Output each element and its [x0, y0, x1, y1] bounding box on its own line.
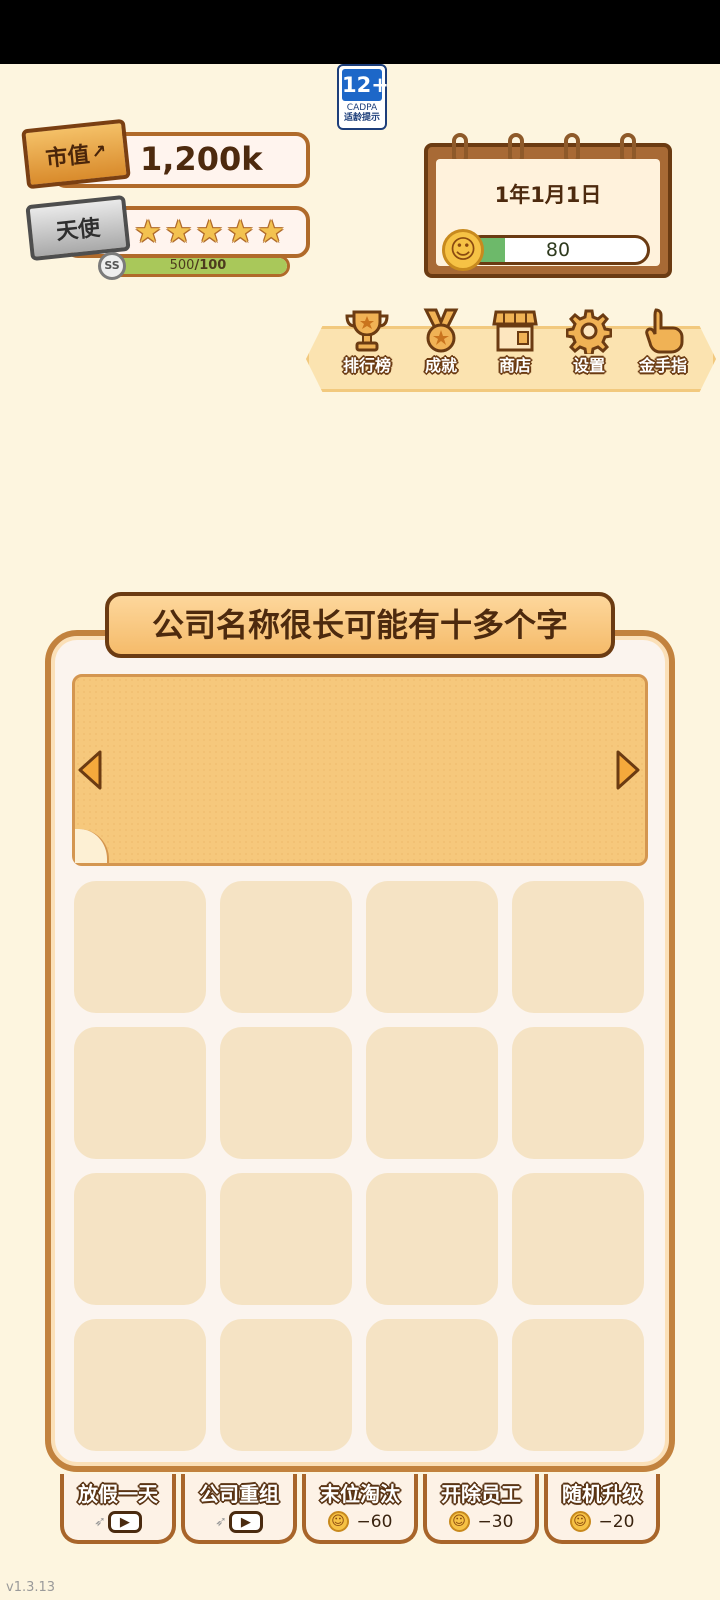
employee-grid	[74, 881, 644, 1451]
action-sub: ➶ ▶	[94, 1511, 142, 1533]
video-ad-icon: ▶	[107, 1511, 142, 1533]
menu-label-settings: 设置	[572, 356, 605, 375]
mood-value: 80	[545, 239, 571, 261]
smiley-face-icon: ☺	[448, 1511, 470, 1532]
rank-stars: ★ ★ ★ ★ ★	[134, 215, 285, 249]
menu-item-achievements[interactable]: 成就	[404, 306, 478, 376]
mood-progress-bar: 80	[466, 235, 650, 265]
menu-item-leaderboard[interactable]: 排行榜	[330, 306, 404, 376]
age-rating-tip: 适龄提示	[343, 113, 380, 123]
rank-tag: 天使	[25, 194, 131, 262]
employee-slot[interactable]	[366, 1027, 498, 1159]
employee-slot[interactable]	[74, 1027, 206, 1159]
menu-label-leaderboard: 排行榜	[342, 356, 391, 375]
xp-progress-text: 500/100	[109, 258, 287, 274]
market-value-label: 市值	[44, 142, 91, 173]
company-banner	[72, 674, 648, 866]
employee-slot[interactable]	[74, 1319, 206, 1451]
status-bar	[0, 0, 720, 64]
restructure-button[interactable]: 公司重组 ➶ ▶	[181, 1474, 297, 1544]
medal-icon	[415, 306, 467, 356]
rank-label: 天使	[55, 215, 102, 246]
menu-label-achievements: 成就	[424, 356, 457, 375]
employee-slot[interactable]	[512, 1173, 644, 1305]
menu-item-cheat[interactable]: 金手指	[626, 306, 700, 376]
action-sub: ☺ −60	[327, 1511, 393, 1532]
employee-slot[interactable]	[366, 1173, 498, 1305]
star-icon: ★	[257, 214, 285, 250]
smiley-face-icon: ☺	[569, 1511, 591, 1532]
star-icon: ★	[134, 214, 162, 250]
employee-slot[interactable]	[220, 1173, 352, 1305]
market-value-tag: 市值 ↗	[21, 118, 131, 190]
feather-icon: ➶	[215, 1514, 227, 1530]
age-rating-badge[interactable]: 12+ CADPA 适龄提示	[337, 64, 389, 130]
company-name[interactable]: 公司名称很长可能有十多个字	[105, 592, 615, 658]
trophy-icon	[341, 306, 393, 356]
gear-icon	[563, 306, 615, 356]
pointing-hand-icon	[637, 306, 689, 356]
smiley-face-icon: ☺	[442, 229, 484, 271]
fire-employee-button[interactable]: 开除员工 ☺ −30	[423, 1474, 539, 1544]
mood-cost: −30	[477, 1511, 514, 1532]
action-sub: ☺ −20	[569, 1511, 635, 1532]
age-rating-number: 12+	[342, 69, 389, 101]
employee-slot[interactable]	[220, 1319, 352, 1451]
version-label: v1.3.13	[6, 1580, 56, 1595]
chevron-right-icon	[616, 750, 640, 790]
feather-icon: ➶	[94, 1514, 106, 1530]
eliminate-last-button[interactable]: 末位淘汰 ☺ −60	[302, 1474, 418, 1544]
employee-slot[interactable]	[220, 881, 352, 1013]
star-icon: ★	[195, 214, 224, 250]
action-sub: ☺ −30	[448, 1511, 514, 1532]
page-curl	[75, 829, 109, 863]
employee-slot[interactable]	[74, 881, 206, 1013]
action-label: 放假一天	[78, 1482, 158, 1506]
calendar-panel: 1年1月1日 80 ☺	[424, 133, 672, 278]
menu-label-shop: 商店	[498, 356, 531, 375]
employee-slot[interactable]	[512, 1319, 644, 1451]
random-upgrade-button[interactable]: 随机升级 ☺ −20	[544, 1474, 660, 1544]
employee-slot[interactable]	[74, 1173, 206, 1305]
mood-cost: −20	[598, 1511, 635, 1532]
employee-slot[interactable]	[366, 1319, 498, 1451]
growth-chart-icon: ↗	[90, 140, 108, 163]
star-icon: ★	[164, 214, 193, 250]
age-rating-org: CADPA	[346, 103, 378, 113]
star-icon: ★	[226, 214, 255, 250]
market-value: 1,200k	[140, 140, 263, 178]
xp-current: 500	[169, 258, 195, 273]
calendar-page: 1年1月1日 80 ☺	[436, 159, 660, 271]
action-label: 公司重组	[199, 1482, 279, 1506]
main-menu: 排行榜 成就 商店 设置 金手指	[330, 306, 700, 376]
xp-total: /100	[194, 258, 227, 273]
shop-icon	[489, 306, 541, 356]
mood-cost: −60	[356, 1511, 393, 1532]
employee-slot[interactable]	[366, 881, 498, 1013]
calendar-date: 1年1月1日	[494, 183, 602, 207]
action-label: 末位淘汰	[320, 1482, 400, 1506]
action-label: 开除员工	[441, 1482, 521, 1506]
action-bar: 放假一天 ➶ ▶ 公司重组 ➶ ▶ 末位淘汰 ☺ −60 开除员工 ☺ −30 …	[60, 1474, 660, 1544]
employee-slot[interactable]	[220, 1027, 352, 1159]
grade-badge: SS	[98, 252, 126, 280]
video-ad-icon: ▶	[228, 1511, 263, 1533]
menu-label-cheat: 金手指	[638, 356, 687, 375]
chevron-left-icon	[78, 750, 102, 790]
action-sub: ➶ ▶	[215, 1511, 263, 1533]
employee-slot[interactable]	[512, 881, 644, 1013]
prev-arrow-button[interactable]	[76, 750, 104, 790]
holiday-button[interactable]: 放假一天 ➶ ▶	[60, 1474, 176, 1544]
menu-item-shop[interactable]: 商店	[478, 306, 552, 376]
action-label: 随机升级	[562, 1482, 642, 1506]
menu-item-settings[interactable]: 设置	[552, 306, 626, 376]
employee-slot[interactable]	[512, 1027, 644, 1159]
smiley-face-icon: ☺	[327, 1511, 349, 1532]
xp-progress-bar: 500/100	[106, 255, 290, 277]
next-arrow-button[interactable]	[614, 750, 642, 790]
